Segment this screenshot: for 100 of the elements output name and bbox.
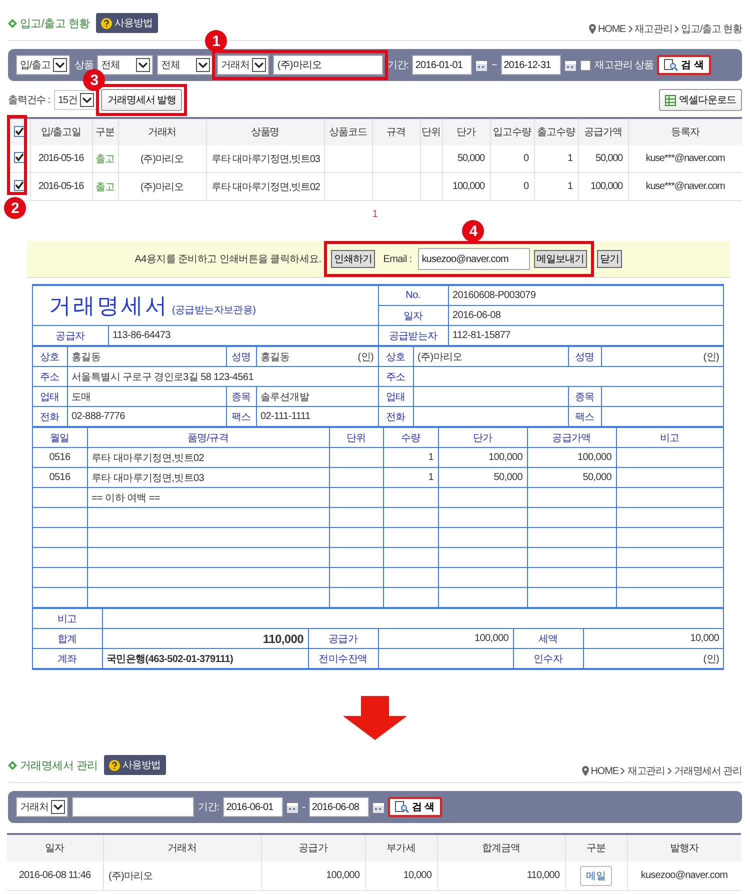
field-value: 홍길동: [72, 350, 101, 364]
table-cell: 50,000: [578, 145, 628, 172]
mail-button[interactable]: 메일: [580, 866, 612, 886]
field-value: 113-86-64473: [108, 326, 378, 346]
search-icon: [664, 59, 678, 71]
column-header: 월일: [33, 428, 87, 448]
column-header: 수량: [383, 428, 438, 448]
seal-mark: (인): [358, 350, 374, 364]
breadcrumb-link[interactable]: 입고/출고 현황: [681, 22, 742, 36]
callout-badge: 4: [462, 220, 484, 242]
search-button[interactable]: 검 색: [388, 797, 442, 817]
column-header: 출고수량: [534, 118, 578, 145]
page-link[interactable]: 1: [372, 209, 378, 220]
email-field[interactable]: kusezoo@naver.com: [418, 248, 530, 270]
issue-statement-button[interactable]: 거래명세서 발행: [101, 89, 182, 111]
table-cell: 110,000: [437, 861, 565, 890]
help-button[interactable]: 사용방법: [104, 755, 166, 775]
help-button[interactable]: 사용방법: [96, 13, 158, 33]
period-label: 기간:: [198, 801, 220, 814]
calendar-icon[interactable]: [372, 802, 384, 812]
column-header: 구분: [565, 834, 627, 861]
breadcrumb-link[interactable]: 재고관리: [634, 22, 672, 36]
field-label: 세액: [513, 628, 583, 648]
field-label: 공급자: [33, 326, 108, 346]
search-button[interactable]: 검 색: [657, 55, 712, 75]
column-header: 입/출고일: [30, 118, 92, 145]
period-label: 기간:: [387, 59, 408, 72]
category-dropdown[interactable]: 전체: [157, 55, 214, 75]
column-header: 상품코드: [324, 118, 372, 145]
column-header: 상품명: [206, 118, 324, 145]
table-cell: 루타 대마루기정면,빗트02: [92, 452, 204, 464]
category-dropdown[interactable]: 전체: [97, 55, 154, 75]
partner-dropdown[interactable]: 거래처: [16, 797, 68, 817]
caret-down-icon: [53, 58, 68, 72]
close-button[interactable]: 닫기: [597, 250, 622, 268]
column-header: 발행자: [627, 834, 741, 861]
table-cell: (주)마리오: [103, 861, 261, 890]
partner-dropdown[interactable]: 거래처: [217, 55, 270, 75]
table-cell: kuse***@naver.com: [628, 172, 742, 200]
table-cell: 0516: [49, 472, 70, 483]
type-dropdown[interactable]: 입/출고: [16, 55, 70, 75]
column-header: 구분: [92, 118, 118, 145]
field-label: No.: [378, 286, 448, 306]
chevron-right-icon: [667, 767, 672, 775]
excel-download-button[interactable]: 엑셀다운로드: [659, 89, 742, 111]
search-icon: [394, 801, 409, 813]
column-header: 규격: [372, 118, 420, 145]
field-label: 비고: [33, 608, 102, 628]
callout-badge: 1: [205, 30, 228, 52]
partner-field[interactable]: [72, 797, 194, 817]
page-size-dropdown[interactable]: 15건: [54, 90, 98, 110]
field-label: 공급받는자: [378, 326, 448, 346]
column-header: 단위: [329, 428, 383, 448]
date-field[interactable]: 2016-06-01: [223, 797, 284, 817]
column-header: 품명/규격: [87, 428, 329, 448]
checkbox[interactable]: [14, 152, 26, 163]
checkbox[interactable]: [14, 126, 26, 136]
table-cell: 100,000: [261, 861, 365, 890]
calendar-icon[interactable]: [476, 60, 488, 70]
calendar-icon[interactable]: [564, 60, 576, 70]
breadcrumb-link[interactable]: HOME: [598, 24, 626, 34]
breadcrumb-link[interactable]: HOME: [590, 766, 618, 776]
field-label: 성명: [568, 346, 601, 366]
field-value: 20160608-P003079: [448, 286, 723, 306]
table-cell: 50,000: [442, 145, 490, 172]
date-field[interactable]: 2016-06-08: [308, 797, 369, 817]
date-field[interactable]: 2016-01-01: [412, 55, 472, 75]
column-header: 부가세: [365, 834, 437, 861]
field-label: 종목: [226, 386, 256, 406]
send-mail-button[interactable]: 메일보내기: [534, 250, 588, 268]
table-cell: 10,000: [365, 861, 437, 890]
field-label: 성명: [226, 346, 256, 366]
field-label: 팩스: [568, 406, 601, 426]
field-value: (주)마리오: [418, 350, 462, 364]
product-label: 상품: [74, 59, 94, 72]
column-header: 단가: [442, 118, 490, 145]
breadcrumb-link[interactable]: 거래명세서 관리: [674, 764, 742, 778]
date-field[interactable]: 2016-12-31: [500, 55, 561, 75]
column-header: 거래처: [103, 834, 261, 861]
field-value: 02-111-1111: [260, 411, 310, 422]
caret-down-icon: [80, 93, 94, 107]
table-cell: 100,000: [442, 172, 490, 200]
field-value: 국민은행(463-502-01-379111): [102, 648, 308, 668]
table-cell: 2016-06-08 11:46: [7, 861, 103, 890]
table-cell: 1: [534, 145, 578, 172]
breadcrumb-link[interactable]: 재고관리: [627, 764, 666, 778]
field-value: 서울특별시 구로구 경인로3길 58 123-4561: [72, 370, 254, 384]
calendar-icon[interactable]: [287, 802, 298, 812]
partner-field[interactable]: (주)마리오: [273, 55, 384, 75]
checkbox[interactable]: [580, 60, 591, 70]
range-separator: -: [302, 802, 305, 812]
field-label: 공급가: [308, 628, 378, 648]
print-button[interactable]: 인쇄하기: [331, 250, 376, 268]
column-header: 등록자: [628, 118, 742, 145]
chevron-right-icon: [628, 25, 633, 33]
checkbox[interactable]: [14, 180, 26, 191]
email-label: Email :: [383, 254, 412, 264]
chevron-right-icon: [674, 25, 680, 33]
location-pin-icon: [582, 766, 589, 776]
field-value: 솔루션개발: [260, 390, 310, 404]
